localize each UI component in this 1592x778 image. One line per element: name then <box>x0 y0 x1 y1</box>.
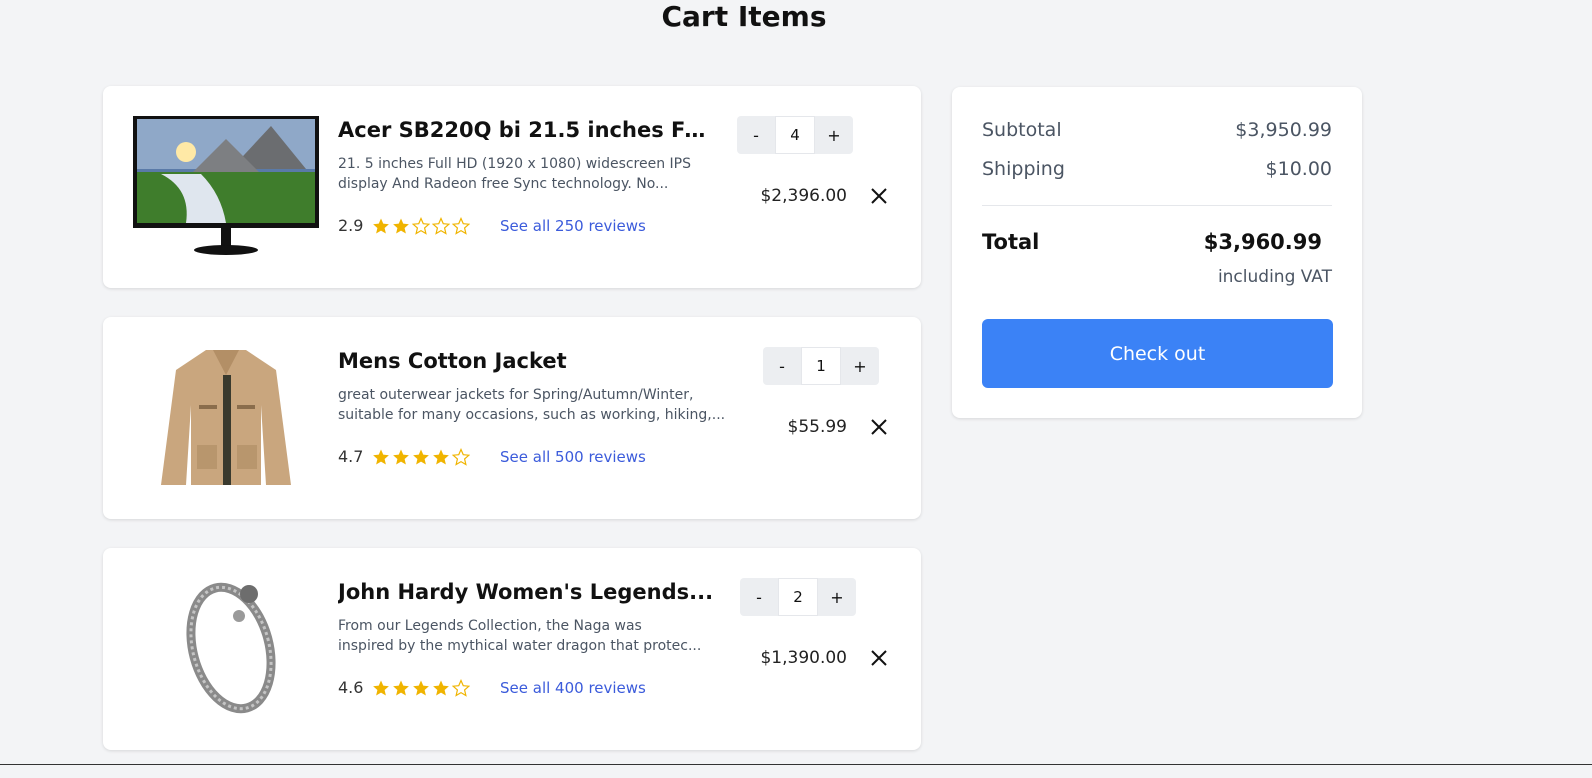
item-title[interactable]: John Hardy Women's Legends... <box>338 580 718 604</box>
increase-quantity-button[interactable]: + <box>815 116 853 154</box>
subtotal-label: Subtotal <box>982 119 1062 141</box>
item-price: $2,396.00 <box>760 186 847 206</box>
item-description-line: suitable for many occasions, such as wor… <box>338 407 726 423</box>
subtotal-value: $3,950.99 <box>1235 119 1332 141</box>
cart-item: Acer SB220Q bi 21.5 inches Full... 21. 5… <box>103 86 921 288</box>
increase-quantity-button[interactable]: + <box>818 578 856 616</box>
star-filled-icon <box>373 680 389 695</box>
star-filled-icon <box>413 449 429 464</box>
star-filled-icon <box>373 449 389 464</box>
page-title: Cart Items <box>661 0 827 33</box>
rating-value: 4.6 <box>338 678 364 697</box>
item-description: From our Legends Collection, the Naga wa… <box>338 616 738 656</box>
cart-item: John Hardy Women's Legends... From our L… <box>103 548 921 750</box>
order-summary: Subtotal $3,950.99 Shipping $10.00 Total… <box>952 87 1362 418</box>
summary-divider <box>982 205 1332 206</box>
rating-value: 2.9 <box>338 216 364 235</box>
star-filled-icon <box>393 449 409 464</box>
item-description-line: 21. 5 inches Full HD (1920 x 1080) wides… <box>338 156 692 172</box>
close-icon[interactable] <box>869 186 889 206</box>
quantity-stepper: - 4 + <box>737 116 853 154</box>
quantity-stepper: - 1 + <box>763 347 879 385</box>
star-filled-icon <box>413 680 429 695</box>
shipping-value: $10.00 <box>1265 158 1332 180</box>
shipping-row: Shipping $10.00 <box>982 158 1332 180</box>
subtotal-row: Subtotal $3,950.99 <box>982 119 1332 141</box>
star-filled-icon <box>373 218 389 233</box>
decrease-quantity-button[interactable]: - <box>763 347 801 385</box>
item-description: great outerwear jackets for Spring/Autum… <box>338 385 738 425</box>
star-filled-icon <box>393 680 409 695</box>
item-description-line: From our Legends Collection, the Naga wa… <box>338 618 642 634</box>
star-filled-icon <box>433 680 449 695</box>
quantity-value[interactable]: 1 <box>801 347 841 385</box>
quantity-value[interactable]: 2 <box>778 578 818 616</box>
decrease-quantity-button[interactable]: - <box>740 578 778 616</box>
see-reviews-link[interactable]: See all 500 reviews <box>500 448 646 466</box>
quantity-value[interactable]: 4 <box>775 116 815 154</box>
close-icon[interactable] <box>869 648 889 668</box>
close-icon[interactable] <box>869 417 889 437</box>
star-filled-icon <box>393 218 409 233</box>
bracelet-image[interactable] <box>131 576 321 721</box>
star-outline-icon <box>452 216 470 235</box>
shipping-label: Shipping <box>982 158 1065 180</box>
rating-stars <box>372 216 470 235</box>
decrease-quantity-button[interactable]: - <box>737 116 775 154</box>
star-filled-icon <box>433 449 449 464</box>
quantity-stepper: - 2 + <box>740 578 856 616</box>
rating-stars <box>372 678 470 697</box>
page-bottom-divider <box>0 764 1592 765</box>
item-price: $1,390.00 <box>760 648 847 668</box>
rating-stars <box>372 447 470 466</box>
see-reviews-link[interactable]: See all 400 reviews <box>500 679 646 697</box>
rating-row: 2.9 See all 250 reviews <box>338 216 646 235</box>
rating-value: 4.7 <box>338 447 364 466</box>
rating-row: 4.7 See all 500 reviews <box>338 447 646 466</box>
see-reviews-link[interactable]: See all 250 reviews <box>500 217 646 235</box>
monitor-image[interactable] <box>131 114 321 259</box>
cart-item: Mens Cotton Jacket great outerwear jacke… <box>103 317 921 519</box>
total-label: Total <box>982 230 1040 254</box>
item-title[interactable]: Acer SB220Q bi 21.5 inches Full... <box>338 118 718 142</box>
checkout-button[interactable]: Check out <box>982 319 1333 388</box>
item-description-line: great outerwear jackets for Spring/Autum… <box>338 387 694 403</box>
item-description-line: display And Radeon free Sync technology.… <box>338 176 669 192</box>
star-outline-icon <box>452 447 470 466</box>
rating-row: 4.6 See all 400 reviews <box>338 678 646 697</box>
total-value: $3,960.99 <box>1203 230 1322 254</box>
star-outline-icon <box>432 216 450 235</box>
item-price: $55.99 <box>787 417 847 437</box>
vat-note: including VAT <box>1217 267 1332 287</box>
jacket-image[interactable] <box>131 345 321 490</box>
item-description: 21. 5 inches Full HD (1920 x 1080) wides… <box>338 154 738 194</box>
star-outline-icon <box>452 678 470 697</box>
item-description-line: inspired by the mythical water dragon th… <box>338 638 702 654</box>
increase-quantity-button[interactable]: + <box>841 347 879 385</box>
star-outline-icon <box>412 216 430 235</box>
item-title[interactable]: Mens Cotton Jacket <box>338 349 718 373</box>
